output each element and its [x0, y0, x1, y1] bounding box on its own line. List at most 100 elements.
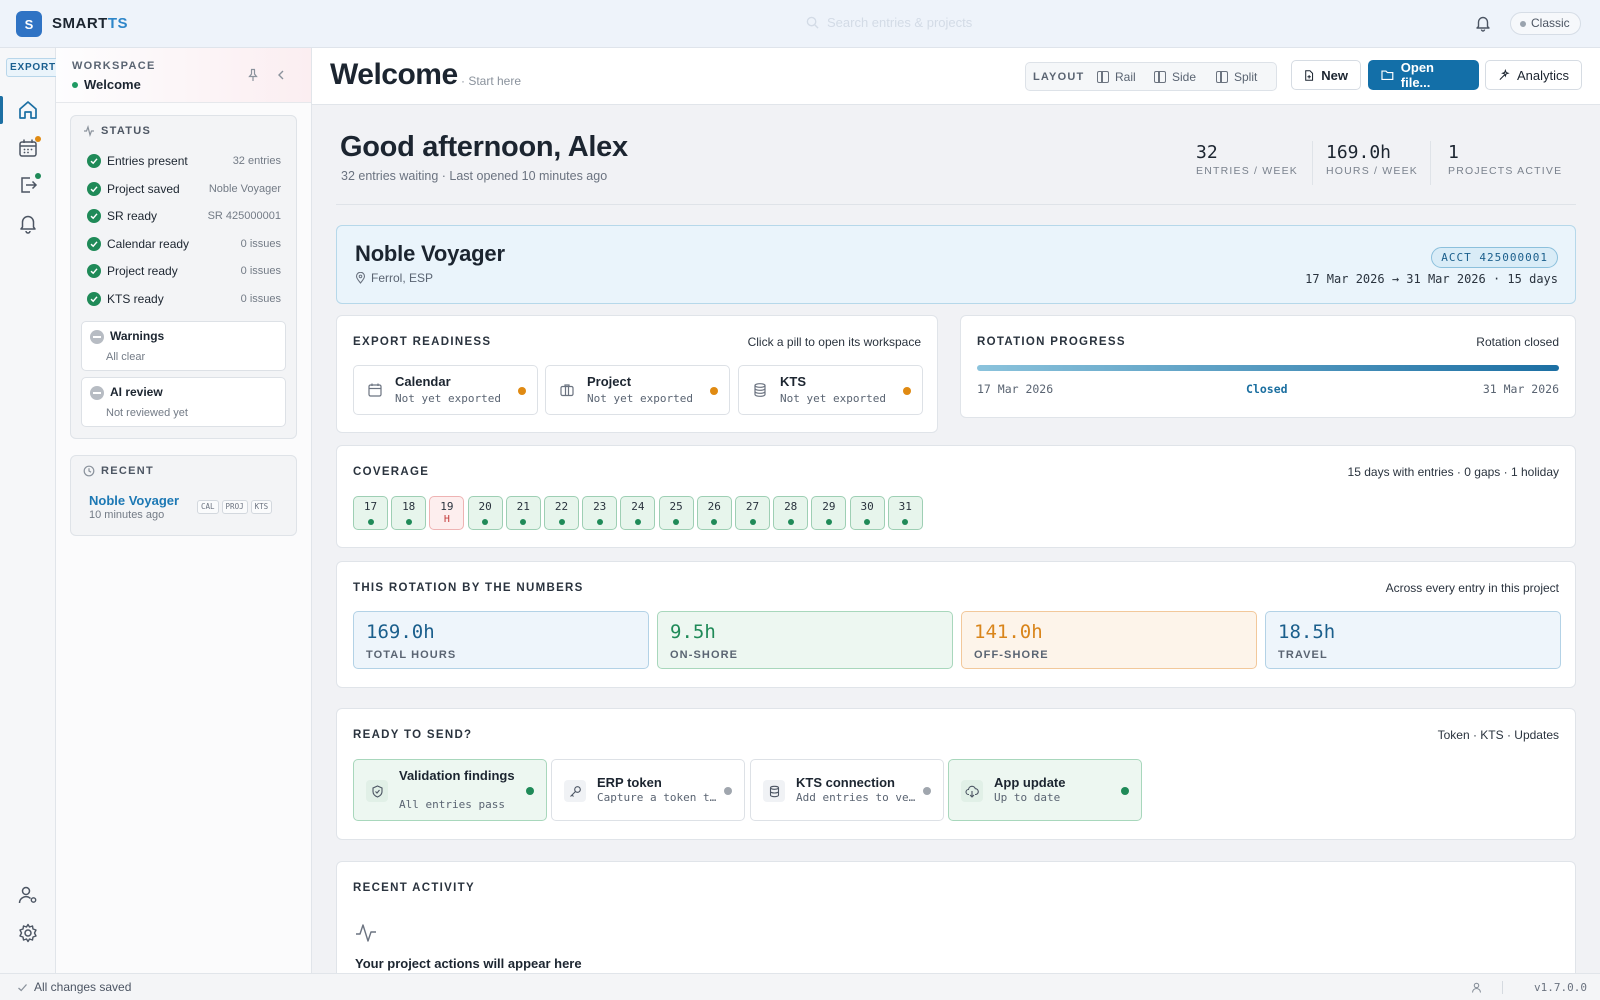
rotation-state: Closed [1246, 382, 1288, 396]
analytics-button[interactable]: Analytics [1485, 60, 1582, 90]
kpi-entries-value: 32 [1196, 142, 1218, 163]
rail-user-settings[interactable] [14, 881, 42, 909]
validation-findings-item[interactable]: Validation findings All entries pass [353, 759, 547, 821]
layout-rail-icon [1097, 71, 1109, 83]
coverage-day[interactable]: 31 [887, 496, 923, 530]
coverage-title: COVERAGE [353, 466, 430, 478]
notification-bell-icon[interactable] [1474, 14, 1492, 32]
coverage-day[interactable]: 25 [658, 496, 694, 530]
ai-review-card[interactable]: AI review Not reviewed yet [81, 377, 286, 427]
cloud-download-icon [961, 780, 983, 802]
calendar-pending-dot [35, 136, 41, 142]
check-circle-icon [87, 292, 101, 306]
status-row-value: 0 issues [240, 265, 281, 277]
coverage-day-number: 20 [478, 500, 492, 513]
pill-kts[interactable]: KTS Not yet exported [738, 365, 923, 415]
status-row-label: Entries present [87, 154, 188, 168]
entry-dot [864, 519, 871, 525]
erp-token-item[interactable]: ERP token Capture a token to send [551, 759, 745, 821]
status-row-value: 32 entries [232, 155, 281, 167]
coverage-day[interactable]: 21 [505, 496, 541, 530]
offshore-box: 141.0h OFF-SHORE [961, 611, 1257, 669]
layout-label: LAYOUT [1033, 71, 1085, 83]
pill-project-detail: Not yet exported [587, 392, 693, 405]
pin-icon[interactable] [246, 68, 260, 82]
rail-alerts[interactable] [14, 209, 42, 237]
offshore-label: OFF-SHORE [974, 649, 1049, 661]
mode-toggle[interactable]: Classic [1510, 12, 1581, 35]
status-row-label-text: Entries present [107, 154, 188, 168]
status-row-label: Project ready [87, 264, 178, 278]
gear-icon [19, 923, 37, 943]
key-icon [564, 780, 586, 802]
app-update-detail: Up to date [994, 791, 1061, 804]
main-header: Welcome · Start here LAYOUT Rail Side Sp… [312, 48, 1600, 105]
total-hours-label: TOTAL HOURS [366, 649, 457, 661]
status-title-text: STATUS [101, 125, 152, 137]
kts-connection-item[interactable]: KTS connection Add entries to verify [750, 759, 944, 821]
coverage-day-holiday[interactable]: 19 H [429, 496, 465, 530]
coverage-day[interactable]: 17 [353, 496, 388, 530]
validation-findings-detail: All entries pass [399, 798, 505, 811]
coverage-day-number: 25 [669, 500, 683, 513]
check-circle-icon [87, 209, 101, 223]
pill-calendar[interactable]: Calendar Not yet exported [353, 365, 538, 415]
side-panel: WORKSPACE Welcome STATUS Entries present… [56, 48, 312, 973]
app-update-item[interactable]: App update Up to date [948, 759, 1142, 821]
coverage-day[interactable]: 26 [696, 496, 732, 530]
coverage-day[interactable]: 29 [811, 496, 847, 530]
rail-home[interactable] [14, 96, 42, 124]
map-pin-icon [355, 272, 366, 284]
coverage-day[interactable]: 23 [582, 496, 618, 530]
validation-findings-title: Validation findings [399, 768, 515, 783]
user-icon[interactable] [1471, 982, 1482, 993]
layout-side-button[interactable]: Side [1154, 68, 1196, 86]
pill-kts-title: KTS [780, 374, 806, 389]
layout-split-button[interactable]: Split [1216, 68, 1257, 86]
export-ok-dot [35, 173, 41, 179]
workspace-label: WORKSPACE [72, 60, 156, 72]
global-search[interactable]: Search entries & projects [806, 15, 972, 30]
coverage-card: COVERAGE 15 days with entries · 0 gaps ·… [336, 445, 1576, 548]
coverage-day-number: 17 [363, 500, 378, 513]
status-row-label-text: Project ready [107, 264, 178, 278]
status-row: SR ready SR 425000001 [87, 207, 281, 225]
coverage-day[interactable]: 22 [544, 496, 579, 530]
database-icon [754, 383, 766, 397]
ready-to-send-title: READY TO SEND? [353, 729, 473, 741]
entry-dot [482, 519, 489, 525]
numbers-hint: Across every entry in this project [1385, 581, 1559, 595]
pill-project[interactable]: Project Not yet exported [545, 365, 730, 415]
top-bar: S SMARTTS Search entries & projects Clas… [0, 0, 1600, 48]
coverage-day[interactable]: 24 [620, 496, 656, 530]
coverage-day[interactable]: 30 [849, 496, 885, 530]
export-badge[interactable]: EXPORT [6, 58, 60, 77]
chevron-left-icon[interactable] [274, 68, 288, 82]
coverage-day[interactable]: 18 [391, 496, 427, 530]
new-button[interactable]: New [1291, 60, 1361, 90]
tag-proj: PROJ [221, 500, 248, 514]
rail-settings[interactable] [14, 919, 42, 947]
coverage-day-number: 22 [554, 500, 569, 513]
ai-review-detail: Not reviewed yet [106, 407, 188, 419]
warnings-card[interactable]: Warnings All clear [81, 321, 286, 371]
coverage-day[interactable]: 28 [773, 496, 809, 530]
open-file-button[interactable]: Open file... [1368, 60, 1479, 90]
layout-rail-button[interactable]: Rail [1097, 68, 1136, 86]
project-card[interactable]: Noble Voyager Ferrol, ESP ACCT 425000001… [336, 225, 1576, 304]
ready-to-send-hint: Token · KTS · Updates [1437, 728, 1559, 742]
entry-dot [673, 519, 680, 525]
coverage-day-number: 31 [898, 500, 912, 513]
erp-token-detail: Capture a token to send [597, 791, 717, 804]
recent-title: RECENT [83, 465, 154, 477]
status-row-value: Noble Voyager [208, 183, 281, 195]
kpi-projects: 1 PROJECTS ACTIVE [1448, 142, 1562, 177]
bell-icon [20, 215, 36, 234]
coverage-day[interactable]: 20 [467, 496, 503, 530]
recent-project-link[interactable]: Noble Voyager [89, 493, 179, 508]
entry-dot [596, 519, 603, 525]
entry-dot [367, 519, 374, 525]
coverage-day[interactable]: 27 [735, 496, 770, 530]
kpi-hours-value: 169.0h [1326, 142, 1392, 163]
workspace-name-text: Welcome [84, 77, 141, 92]
